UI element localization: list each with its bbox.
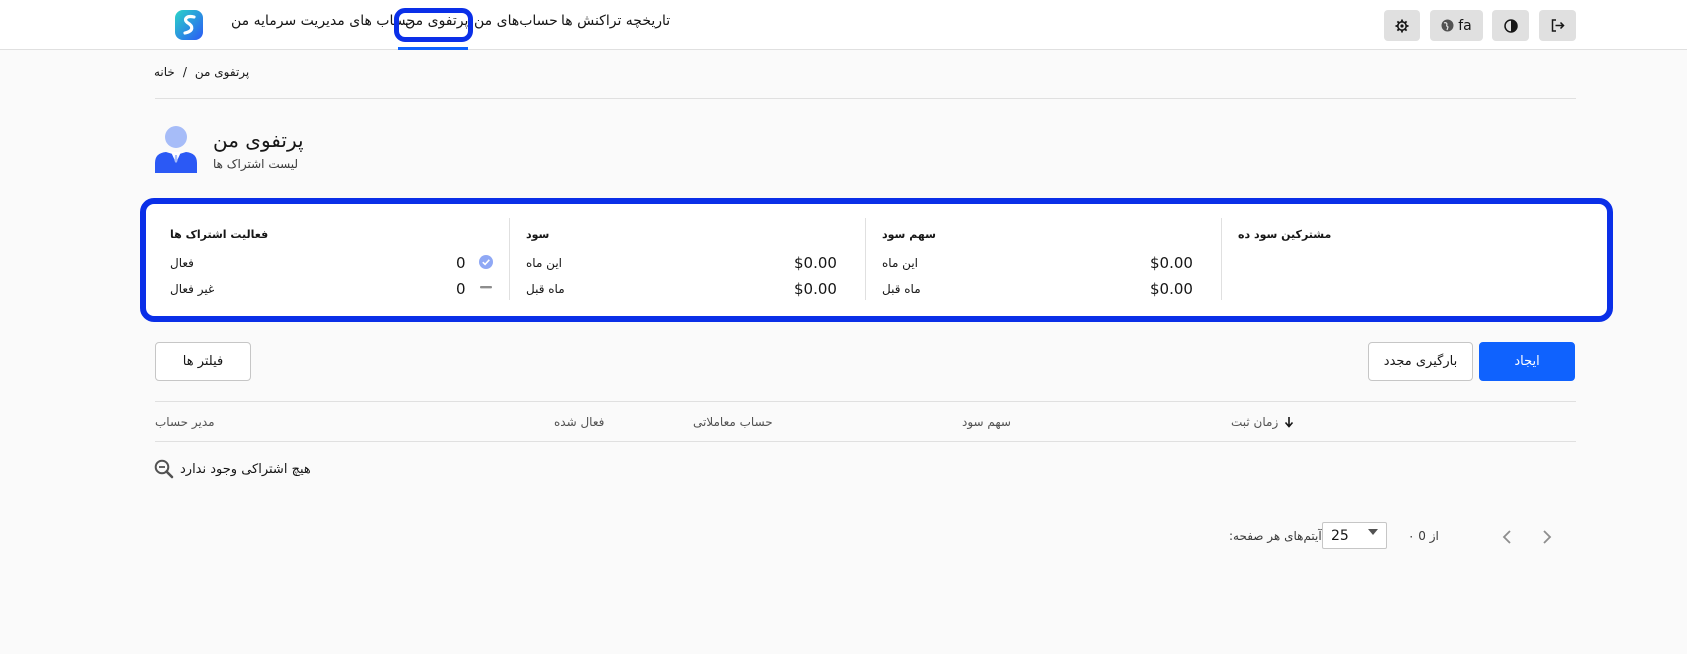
table-header-top-border [155, 401, 1576, 402]
globe-icon [1441, 19, 1454, 32]
stats-activity-column: فعالیت اشتراک ها فعال 0 غیر فعال 0 [154, 218, 510, 300]
breadcrumb-home[interactable]: خانه [154, 65, 175, 79]
create-button[interactable]: ایجاد [1479, 342, 1575, 381]
column-header-trading-account[interactable]: حساب معاملاتی [693, 415, 773, 429]
breadcrumb-divider [155, 98, 1576, 99]
stats-profit-this-month-label: این ماه [526, 256, 562, 270]
stats-profit-share-column: سهم سود این ماه $0.00 ماه قبل $0.00 [866, 218, 1222, 300]
language-label: fa [1458, 17, 1472, 34]
nav-transaction-history[interactable]: تاریخچه تراکنش ها [561, 13, 670, 29]
stats-activity-title: فعالیت اشتراک ها [170, 228, 269, 241]
theme-toggle-button[interactable] [1492, 10, 1529, 41]
column-header-profit-share[interactable]: سهم سود [962, 415, 1011, 429]
column-header-account-manager[interactable]: مدیر حساب [155, 415, 215, 429]
brand-logo-icon[interactable] [174, 9, 204, 41]
active-nav-underline [398, 47, 468, 50]
stats-summary-card: فعالیت اشتراک ها فعال 0 غیر فعال 0 سود ا… [140, 198, 1613, 322]
user-avatar-icon [155, 126, 197, 173]
stats-inactive-label: غیر فعال [170, 282, 215, 296]
stats-subscribers-column: مشترکین سود ده [1222, 218, 1592, 300]
stats-profit-title: سود [526, 228, 550, 241]
stats-profit-this-month-value: $0.00 [794, 254, 837, 272]
logout-icon [1551, 19, 1565, 32]
zoom-out-magnifier-icon [154, 459, 174, 479]
previous-page-chevron-icon[interactable] [1498, 527, 1516, 547]
stats-share-this-month-label: این ماه [882, 256, 918, 270]
active-nav-highlight [394, 8, 473, 42]
stats-active-label: فعال [170, 256, 194, 270]
stats-active-count: 0 [456, 254, 466, 272]
top-header: حساب های مدیریت سرمایه من پرتفوی من حساب… [0, 0, 1687, 50]
inactive-dash-icon [480, 286, 492, 289]
breadcrumb-current: پرتفوی من [194, 65, 250, 79]
column-header-registration-time-label: زمان ثبت [1231, 415, 1279, 429]
table-header-bottom-border [155, 441, 1576, 442]
theme-contrast-icon [1503, 18, 1518, 33]
page-subtitle: لیست اشتراک ها [213, 157, 299, 171]
settings-button[interactable] [1384, 10, 1420, 41]
chevron-down-icon [1368, 529, 1378, 535]
sort-descending-arrow-icon[interactable] [1284, 416, 1294, 428]
breadcrumb: خانه / پرتفوی من [154, 65, 249, 79]
nav-my-accounts[interactable]: حساب‌های من [474, 13, 558, 29]
stats-profit-share-title: سهم سود [882, 228, 936, 241]
stats-share-this-month-value: $0.00 [1150, 254, 1193, 272]
stats-subscribers-title: مشترکین سود ده [1238, 228, 1332, 241]
logout-button[interactable] [1539, 10, 1576, 41]
language-button[interactable]: fa [1430, 10, 1483, 41]
settings-gear-icon [1395, 19, 1409, 32]
column-header-registration-time[interactable]: زمان ثبت [1231, 415, 1294, 429]
stats-profit-column: سود این ماه $0.00 ماه قبل $0.00 [510, 218, 866, 300]
nav-capital-management[interactable]: حساب های مدیریت سرمایه من [231, 13, 415, 29]
column-header-activated[interactable]: فعال شده [554, 415, 604, 429]
active-check-icon [479, 255, 493, 269]
stats-share-last-month-label: ماه قبل [882, 282, 921, 296]
empty-state-message: هیچ اشتراکی وجود ندارد [180, 461, 311, 477]
stats-profit-last-month-label: ماه قبل [526, 282, 565, 296]
page-title: پرتفوی من [213, 128, 304, 152]
pagination-range-text: از 0 ۰ [1408, 529, 1439, 543]
page-size-value: 25 [1331, 527, 1349, 544]
stats-share-last-month-value: $0.00 [1150, 280, 1193, 298]
page-size-select[interactable]: 25 [1322, 522, 1387, 549]
table-empty-state: هیچ اشتراکی وجود ندارد [154, 459, 311, 479]
items-per-page-label: :آیتم‌های هر صفحه [1229, 529, 1322, 543]
filters-button[interactable]: فیلتر ها [155, 342, 251, 381]
stats-inactive-count: 0 [456, 280, 466, 298]
stats-profit-last-month-value: $0.00 [794, 280, 837, 298]
reload-button[interactable]: بارگیری مجدد [1368, 342, 1473, 381]
next-page-chevron-icon[interactable] [1538, 527, 1556, 547]
breadcrumb-separator: / [182, 65, 187, 79]
